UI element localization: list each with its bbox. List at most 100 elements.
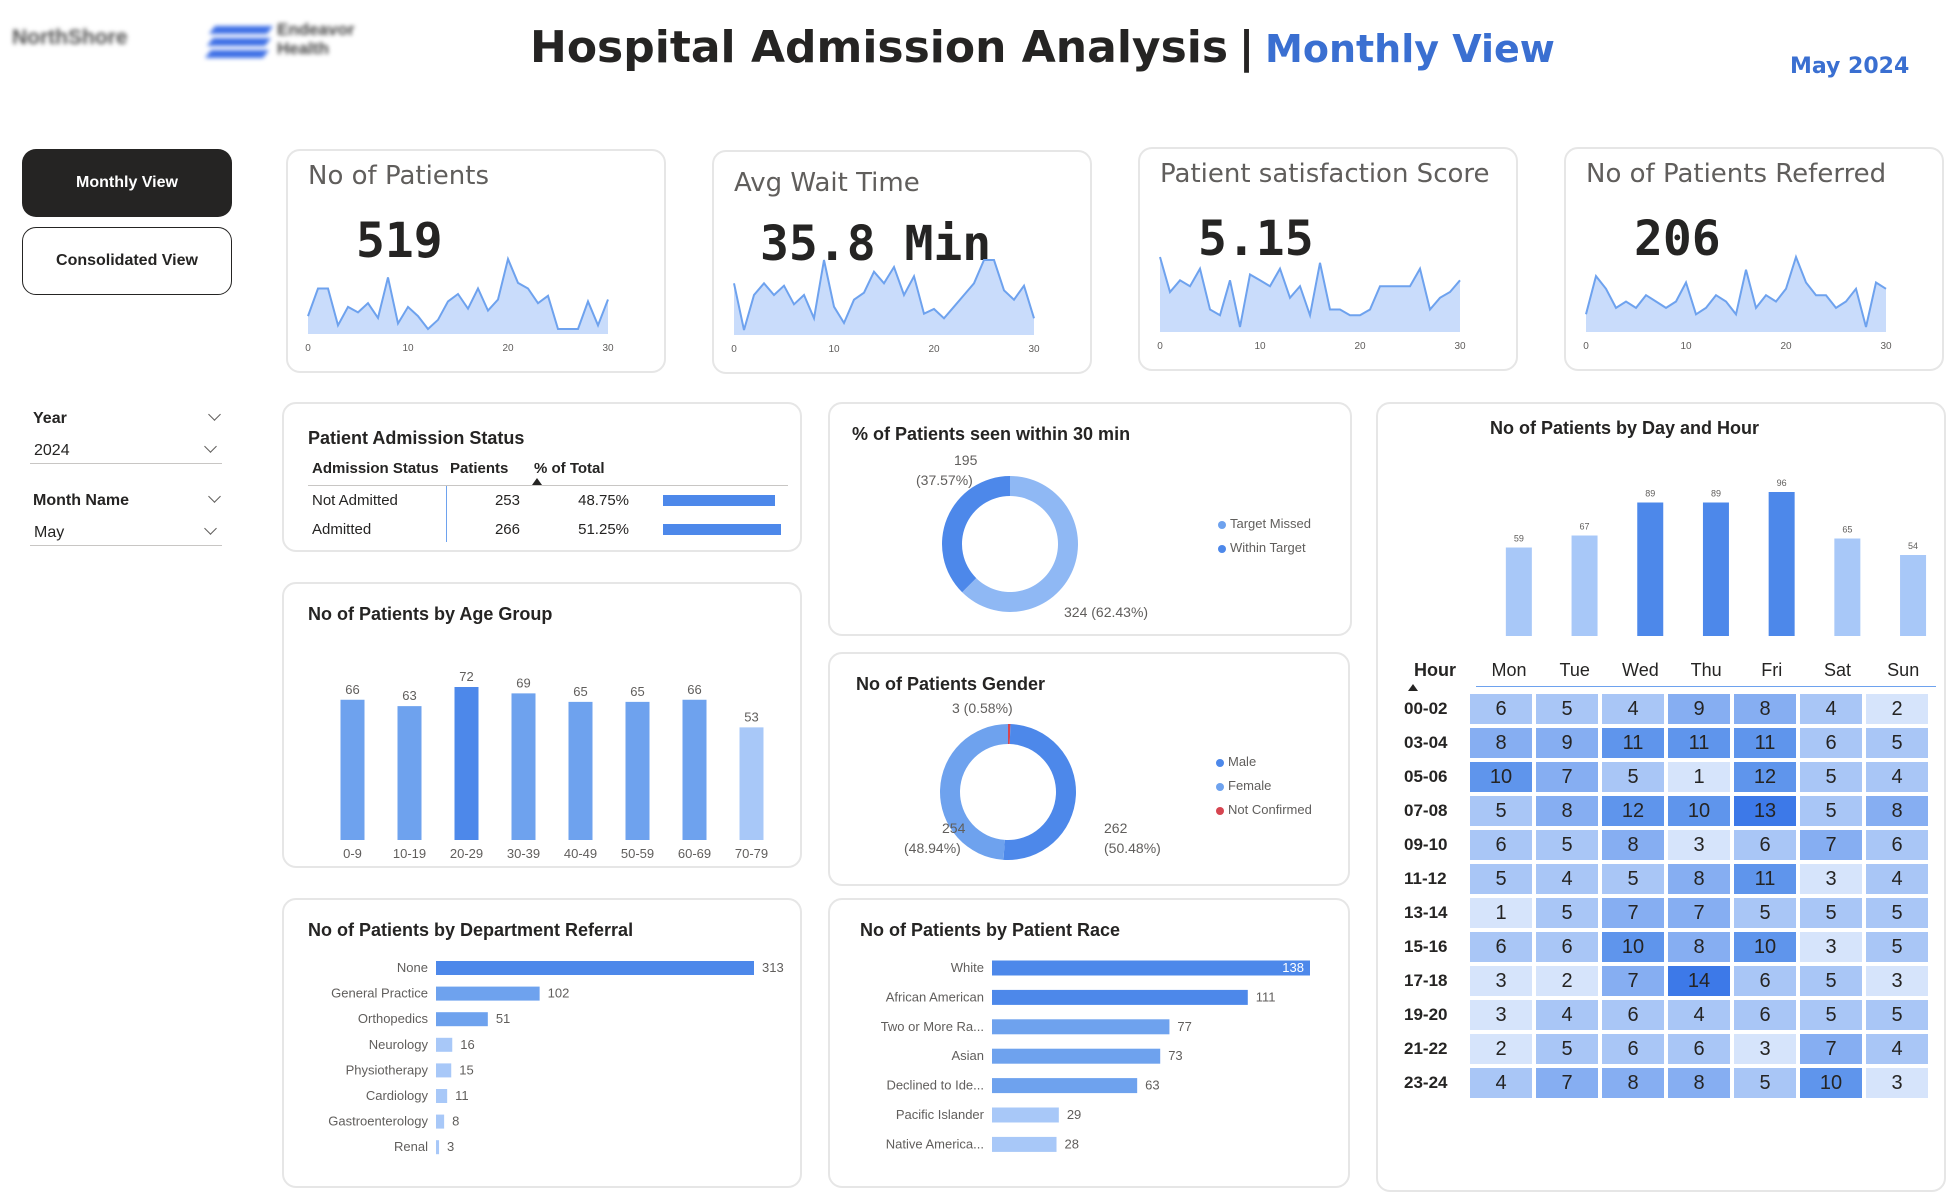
heatmap-cell[interactable]: 4 (1536, 864, 1598, 894)
heatmap-cell[interactable]: 3 (1800, 932, 1862, 962)
heatmap-cell[interactable]: 4 (1536, 1000, 1598, 1030)
heatmap-cell[interactable]: 7 (1536, 762, 1598, 792)
heatmap-row[interactable]: 21-22 2 5 6 6 3 7 4 (1404, 1034, 1928, 1064)
heatmap-cell[interactable]: 4 (1470, 1068, 1532, 1098)
heatmap-cell[interactable]: 2 (1866, 694, 1928, 724)
heatmap-cell[interactable]: 8 (1668, 864, 1730, 894)
heatmap-cell[interactable]: 5 (1536, 830, 1598, 860)
heatmap-cell[interactable]: 5 (1734, 898, 1796, 928)
heatmap-row[interactable]: 03-04 8 9 11 11 11 6 5 (1404, 728, 1928, 758)
heatmap-cell[interactable]: 14 (1668, 966, 1730, 996)
heatmap-cell[interactable]: 3 (1866, 966, 1928, 996)
hbar[interactable] (436, 1089, 448, 1103)
heatmap-cell[interactable]: 4 (1866, 864, 1928, 894)
heatmap-row[interactable]: 15-16 6 6 10 8 10 3 5 (1404, 932, 1928, 962)
heatmap-cell[interactable]: 9 (1536, 728, 1598, 758)
month-slicer-collapse-icon[interactable] (208, 490, 221, 503)
heatmap-cell[interactable]: 6 (1668, 1034, 1730, 1064)
heatmap-cell[interactable]: 10 (1734, 932, 1796, 962)
day-bar[interactable] (1571, 535, 1598, 637)
heatmap-row[interactable]: 05-06 10 7 5 1 12 5 4 (1404, 762, 1928, 792)
heatmap-cell[interactable]: 11 (1668, 728, 1730, 758)
heatmap-cell[interactable]: 8 (1602, 830, 1664, 860)
heatmap-row[interactable]: 09-10 6 5 8 3 6 7 6 (1404, 830, 1928, 860)
year-slicer-collapse-icon[interactable] (208, 408, 221, 421)
hbar[interactable] (992, 1107, 1059, 1123)
heatmap-cell[interactable]: 8 (1866, 796, 1928, 826)
day-column-header[interactable]: Mon (1476, 660, 1542, 681)
heatmap-cell[interactable]: 6 (1602, 1000, 1664, 1030)
age-bar[interactable] (739, 727, 764, 840)
hbar[interactable] (992, 1019, 1170, 1035)
heatmap-cell[interactable]: 8 (1470, 728, 1532, 758)
heatmap-cell[interactable]: 12 (1734, 762, 1796, 792)
heatmap-cell[interactable]: 13 (1734, 796, 1796, 826)
heatmap-cell[interactable]: 4 (1866, 762, 1928, 792)
heatmap-cell[interactable]: 3 (1734, 1034, 1796, 1064)
heatmap-cell[interactable]: 6 (1602, 1034, 1664, 1064)
heatmap-cell[interactable]: 6 (1734, 966, 1796, 996)
heatmap-cell[interactable]: 7 (1536, 1068, 1598, 1098)
hour-column-header[interactable]: Hour (1414, 660, 1456, 681)
heatmap-cell[interactable]: 5 (1800, 1000, 1862, 1030)
heatmap-row[interactable]: 00-02 6 5 4 9 8 4 2 (1404, 694, 1928, 724)
heatmap-cell[interactable]: 5 (1866, 898, 1928, 928)
heatmap-cell[interactable]: 4 (1866, 1034, 1928, 1064)
heatmap-cell[interactable]: 3 (1470, 966, 1532, 996)
heatmap-row[interactable]: 19-20 3 4 6 4 6 5 5 (1404, 1000, 1928, 1030)
heatmap-cell[interactable]: 6 (1470, 830, 1532, 860)
table-row[interactable]: Not Admitted 253 48.75% (308, 485, 788, 511)
column-header[interactable]: Patients (446, 456, 524, 486)
heatmap-cell[interactable]: 10 (1668, 796, 1730, 826)
hbar[interactable] (992, 1048, 1161, 1064)
day-bar[interactable] (1702, 502, 1729, 637)
day-column-header[interactable]: Sat (1805, 660, 1871, 681)
hbar[interactable] (992, 1136, 1057, 1152)
heatmap-cell[interactable]: 2 (1470, 1034, 1532, 1064)
hbar[interactable] (436, 1012, 488, 1027)
donut-slice-within-target[interactable] (942, 476, 1010, 593)
heatmap-cell[interactable]: 3 (1866, 1068, 1928, 1098)
consolidated-view-button[interactable]: Consolidated View (22, 227, 232, 295)
legend-item-within-target[interactable]: Within Target (1218, 540, 1306, 555)
heatmap-cell[interactable]: 6 (1536, 932, 1598, 962)
heatmap-cell[interactable]: 5 (1470, 864, 1532, 894)
heatmap-cell[interactable]: 5 (1602, 762, 1664, 792)
heatmap-cell[interactable]: 6 (1734, 1000, 1796, 1030)
heatmap-cell[interactable]: 9 (1668, 694, 1730, 724)
heatmap-cell[interactable]: 11 (1602, 728, 1664, 758)
heatmap-cell[interactable]: 5 (1470, 796, 1532, 826)
heatmap-cell[interactable]: 7 (1668, 898, 1730, 928)
hbar[interactable] (436, 961, 754, 975)
age-bar[interactable] (511, 693, 536, 840)
table-row[interactable]: Admitted 266 51.25% (308, 511, 788, 542)
heatmap-cell[interactable]: 8 (1668, 932, 1730, 962)
heatmap-cell[interactable]: 3 (1800, 864, 1862, 894)
hbar[interactable] (436, 1114, 445, 1129)
heatmap-row[interactable]: 23-24 4 7 8 8 5 10 3 (1404, 1068, 1928, 1098)
month-dropdown[interactable]: May (30, 518, 222, 546)
age-bar[interactable] (625, 701, 650, 840)
heatmap-cell[interactable]: 12 (1602, 796, 1664, 826)
heatmap-cell[interactable]: 10 (1602, 932, 1664, 962)
day-bar[interactable] (1834, 538, 1861, 637)
heatmap-cell[interactable]: 6 (1866, 830, 1928, 860)
heatmap-cell[interactable]: 7 (1800, 830, 1862, 860)
heatmap-cell[interactable]: 8 (1602, 1068, 1664, 1098)
donut-slice-male[interactable] (1003, 724, 1076, 860)
heatmap-cell[interactable]: 1 (1470, 898, 1532, 928)
hbar[interactable] (436, 1140, 440, 1155)
heatmap-cell[interactable]: 8 (1668, 1068, 1730, 1098)
day-bar[interactable] (1505, 547, 1532, 637)
age-bar[interactable] (568, 701, 593, 840)
day-column-header[interactable]: Fri (1739, 660, 1805, 681)
hbar[interactable] (992, 1078, 1138, 1094)
heatmap-cell[interactable]: 5 (1536, 898, 1598, 928)
heatmap-cell[interactable]: 5 (1866, 1000, 1928, 1030)
day-column-header[interactable]: Tue (1542, 660, 1608, 681)
year-dropdown[interactable]: 2024 (30, 436, 222, 464)
age-bar[interactable] (682, 699, 707, 840)
age-bar[interactable] (340, 699, 365, 840)
heatmap-cell[interactable]: 7 (1602, 898, 1664, 928)
heatmap-cell[interactable]: 2 (1536, 966, 1598, 996)
